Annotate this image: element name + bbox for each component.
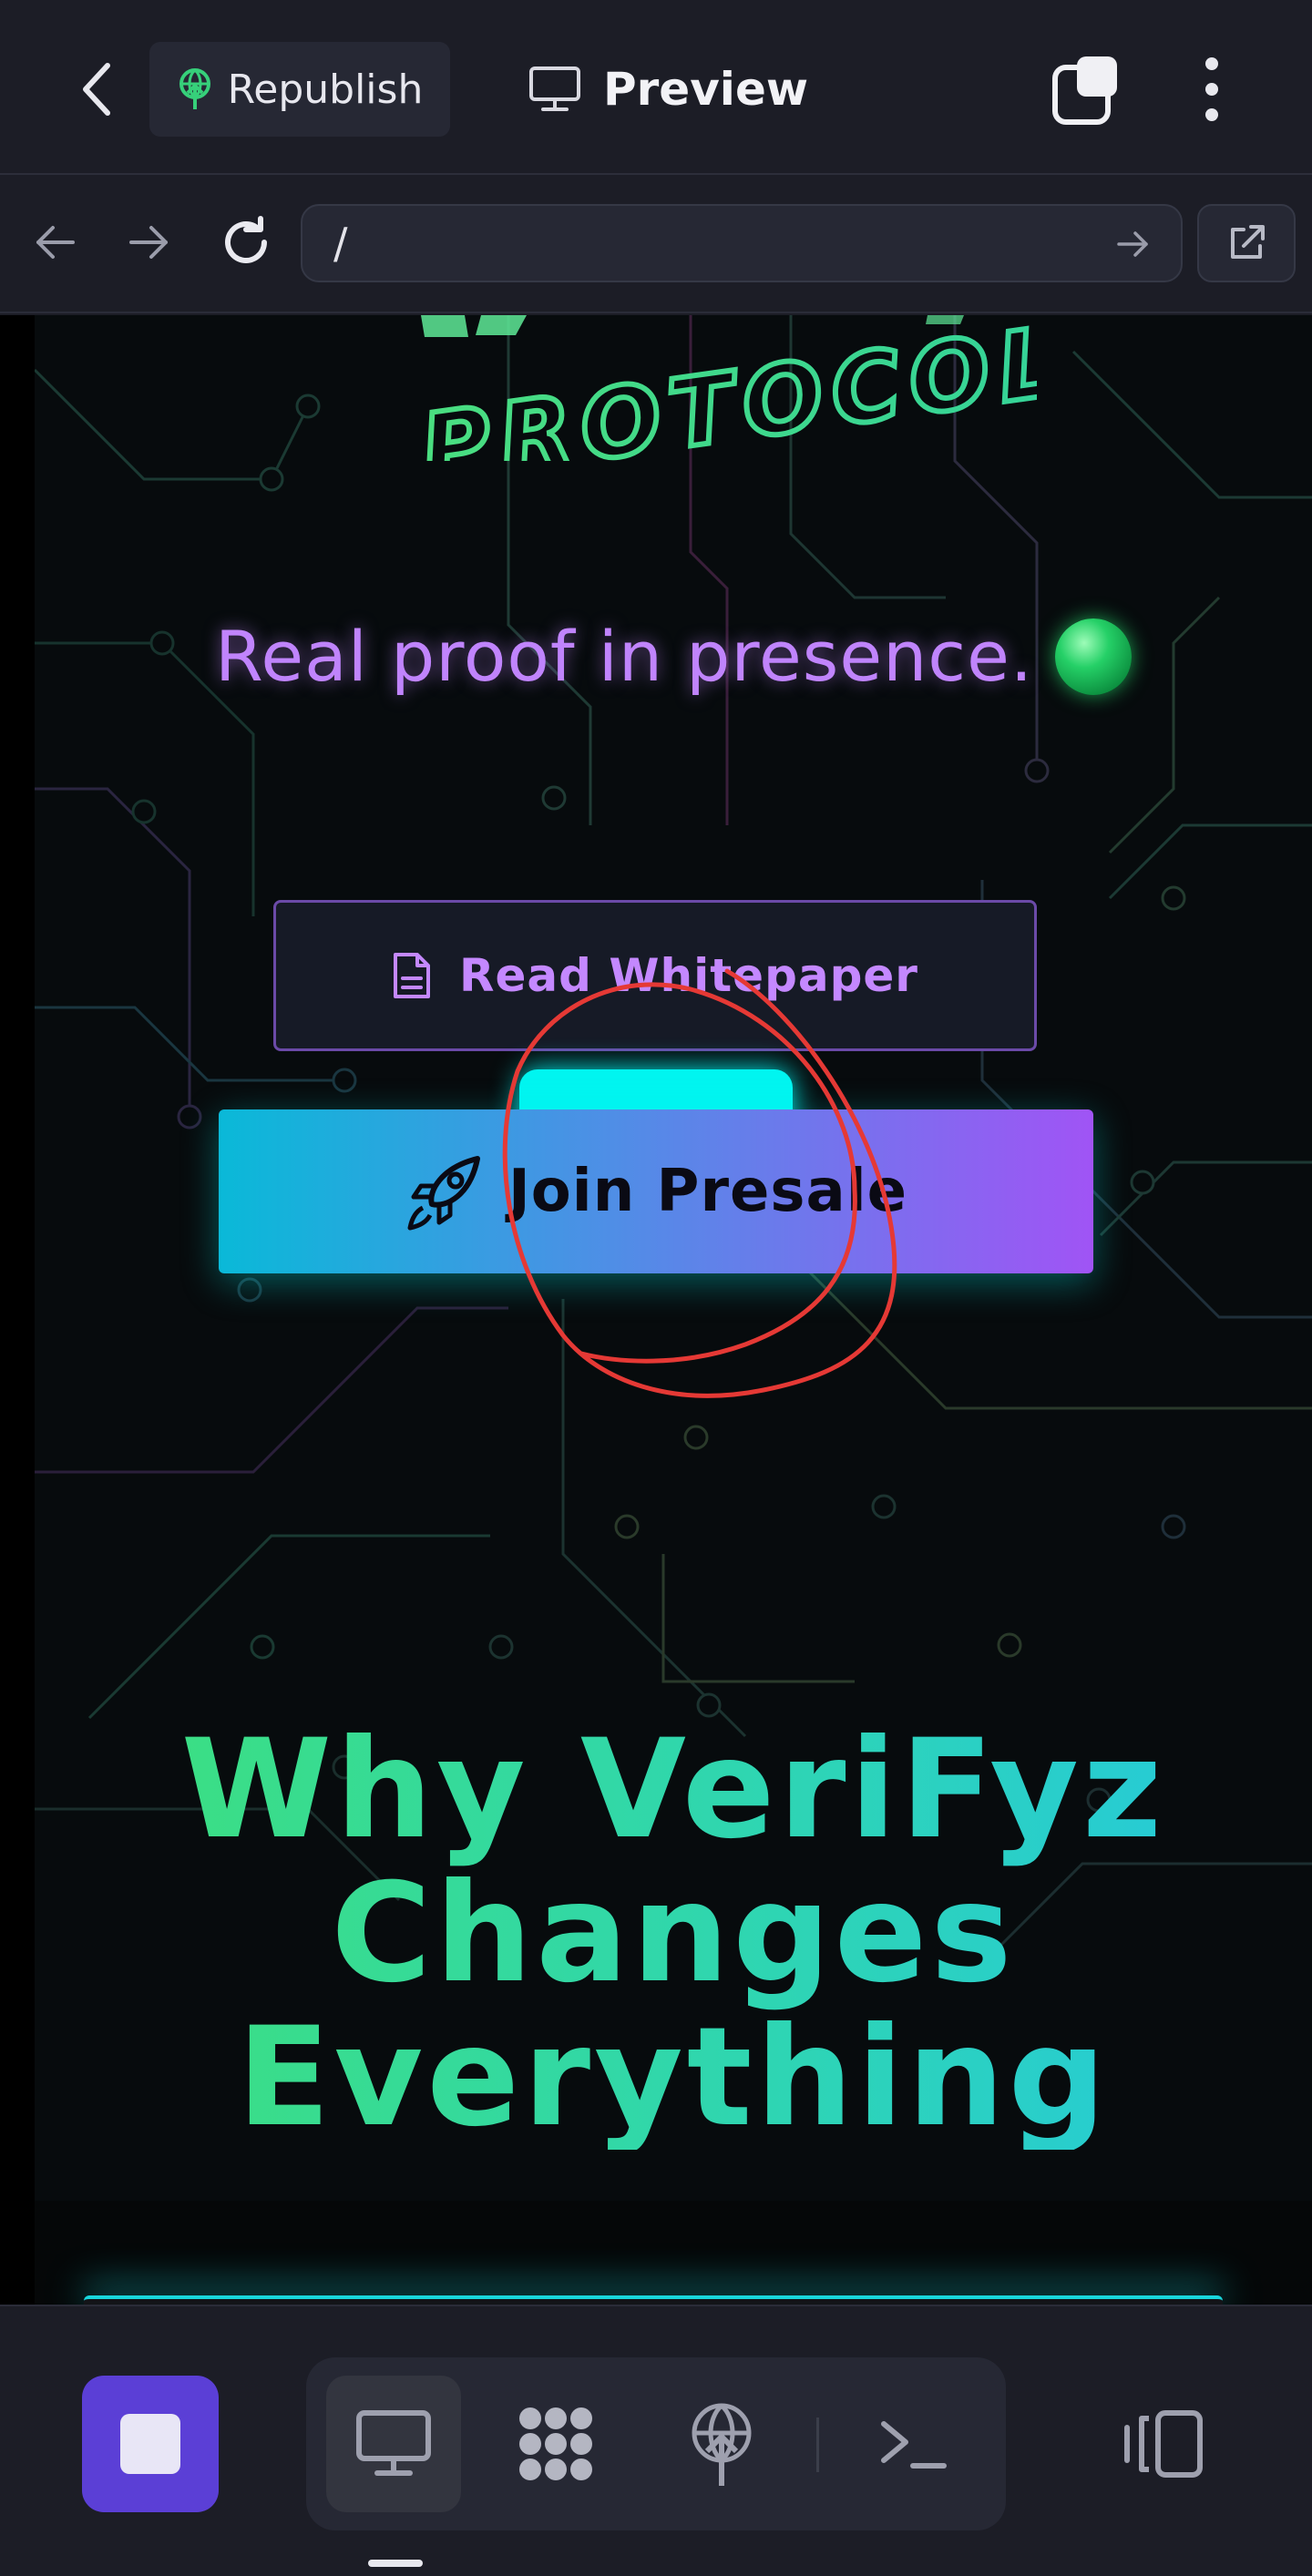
monitor-icon: [356, 2410, 431, 2476]
preview-viewport[interactable]: PROTOCOL Real proof in presence. Read Wh…: [0, 315, 1312, 2305]
arrow-right-icon: [129, 226, 168, 259]
viewport-edge: [0, 315, 35, 2305]
tool-preview[interactable]: [326, 2376, 461, 2512]
section-heading: Why VeriFyz Changes Everything: [35, 1718, 1312, 2150]
document-icon: [394, 953, 431, 998]
more-options-button[interactable]: [1184, 51, 1239, 128]
open-in-new-tab-button[interactable]: [1197, 204, 1296, 282]
browser-navbar: /: [0, 177, 1312, 313]
tool-group: [306, 2357, 1006, 2530]
antenna-icon: [179, 68, 210, 109]
nav-back-button[interactable]: [22, 210, 87, 275]
home-indicator: [368, 2560, 423, 2567]
tab-preview[interactable]: Preview: [528, 42, 808, 137]
back-button[interactable]: [64, 53, 129, 126]
tool-console[interactable]: [846, 2376, 980, 2512]
nav-forward-button[interactable]: [117, 210, 182, 275]
heading-line: Why VeriFyz: [180, 1711, 1166, 1869]
antenna-icon: [692, 2403, 752, 2486]
app-header: Republish Preview: [0, 0, 1312, 175]
join-presale-button[interactable]: Join Presale: [219, 1109, 1093, 1273]
toolbar-divider: [816, 2418, 819, 2472]
stop-button[interactable]: [82, 2376, 219, 2512]
kebab-dot: [1205, 57, 1218, 70]
join-presale-label: Join Presale: [507, 1158, 908, 1225]
device-size-button[interactable]: [1102, 2376, 1221, 2512]
monitor-icon: [529, 66, 580, 111]
preview-label: Preview: [603, 63, 809, 116]
kebab-dot: [1205, 83, 1218, 96]
republish-label: Republish: [227, 66, 424, 113]
url-go-button[interactable]: [1108, 219, 1159, 270]
website-preview: PROTOCOL Real proof in presence. Read Wh…: [35, 315, 1312, 2201]
chevron-left-icon: [83, 63, 110, 116]
read-whitepaper-button[interactable]: Read Whitepaper: [273, 900, 1037, 1051]
terminal-icon: [881, 2421, 947, 2469]
bottom-toolbar: [0, 2305, 1312, 2576]
tabs-icon: [1052, 56, 1117, 125]
tagline: Real proof in presence.: [35, 616, 1312, 697]
agent-cluster-icon: [519, 2407, 592, 2480]
url-text: /: [333, 219, 348, 268]
external-link-icon: [1231, 225, 1265, 259]
read-whitepaper-label: Read Whitepaper: [459, 949, 918, 1002]
tool-agent[interactable]: [488, 2376, 623, 2512]
rocket-icon: [407, 1156, 480, 1231]
kebab-dot: [1205, 108, 1218, 121]
tabs-switcher-button[interactable]: [1050, 51, 1122, 128]
heading-line: Everything: [237, 1998, 1110, 2157]
heading-line: Changes: [331, 1855, 1016, 2013]
logo-text: PROTOCOL: [415, 315, 1037, 461]
arrow-left-icon: [36, 226, 75, 259]
tagline-text: Real proof in presence.: [215, 616, 1033, 697]
tool-deploy[interactable]: [654, 2376, 789, 2512]
protocol-logo: PROTOCOL: [412, 315, 1037, 461]
responsive-devices-icon: [1124, 2410, 1203, 2478]
url-input[interactable]: /: [301, 204, 1183, 282]
arrow-right-icon: [1117, 231, 1148, 257]
green-circle-icon: [1054, 618, 1132, 695]
reload-icon: [225, 216, 267, 263]
republish-button[interactable]: Republish: [149, 42, 450, 137]
reload-button[interactable]: [213, 210, 279, 275]
stop-icon: [120, 2414, 180, 2474]
next-section-card-edge: [84, 2295, 1223, 2305]
